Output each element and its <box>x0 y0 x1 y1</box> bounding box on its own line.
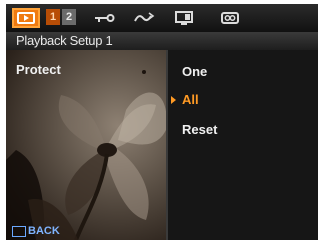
tab-playback[interactable] <box>12 8 40 28</box>
menu-item-all[interactable]: All <box>182 92 199 107</box>
menu-tab-bar: 1 2 <box>6 4 318 32</box>
tab-setup-1[interactable]: 1 <box>46 9 60 25</box>
title-bar: Playback Setup 1 <box>6 32 318 50</box>
tab-key[interactable] <box>92 8 116 28</box>
option-menu: One All Reset <box>166 50 318 240</box>
playback-icon <box>17 12 35 24</box>
tab-monitor[interactable] <box>172 8 196 28</box>
menu-item-reset[interactable]: Reset <box>182 122 217 137</box>
flower-image <box>6 70 166 240</box>
back-hint[interactable]: BACK <box>12 224 60 238</box>
preview-photo: Protect <box>6 50 166 240</box>
tab-card[interactable] <box>218 8 242 28</box>
tab-wave[interactable] <box>132 8 156 28</box>
page-title: Playback Setup 1 <box>16 33 113 48</box>
menu-item-one[interactable]: One <box>182 64 207 79</box>
wave-icon <box>134 12 155 22</box>
menu-key-icon <box>12 225 26 237</box>
camera-screen: 1 2 Playback Setup 1 Protect BACK One Al… <box>6 4 318 240</box>
protect-label: Protect <box>16 62 61 77</box>
monitor-icon <box>175 11 193 25</box>
back-label: BACK <box>28 225 60 237</box>
tab-setup-2[interactable]: 2 <box>62 9 76 25</box>
card-icon <box>221 12 239 24</box>
selection-arrow-icon <box>171 96 176 104</box>
key-icon <box>95 14 115 22</box>
